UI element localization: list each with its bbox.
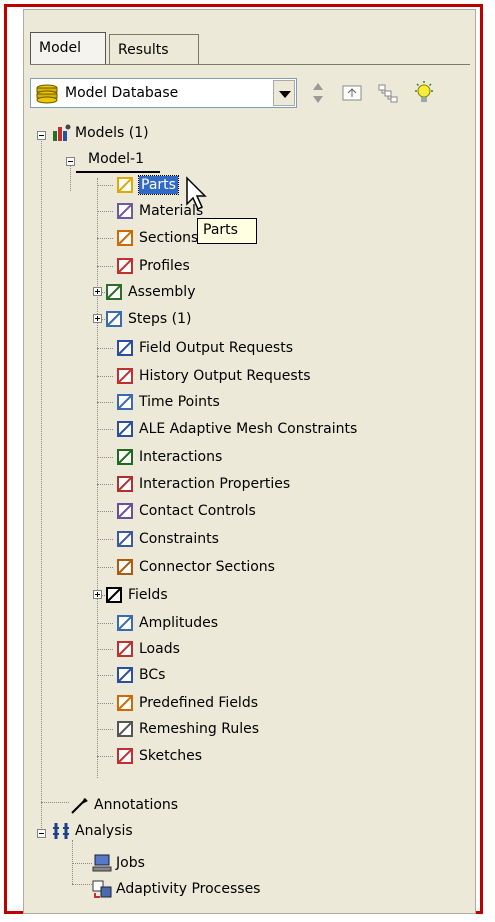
tree-node-label: Contact Controls (139, 503, 256, 519)
part-icon (117, 177, 133, 193)
tree-node-label: Sections (139, 230, 199, 246)
analysis-icon (53, 823, 69, 839)
tree-node-label: Predefined Fields (139, 695, 259, 711)
section-icon (117, 230, 133, 246)
tree-node-label: Steps (1) (128, 311, 192, 327)
tree-node-label: Analysis (75, 823, 133, 839)
steps-expand-toggle[interactable] (93, 314, 102, 323)
profile-icon (117, 258, 133, 274)
tree-node-label: Assembly (128, 284, 196, 300)
interaction-property-icon (117, 476, 133, 492)
models-collapse-toggle[interactable] (37, 131, 46, 140)
model-underline (76, 171, 160, 173)
jobs-icon (92, 854, 112, 872)
model-collapse-toggle[interactable] (66, 157, 75, 166)
sketch-icon (117, 748, 133, 764)
tree-node-label: Remeshing Rules (139, 721, 259, 737)
tree-node-label: Models (1) (75, 125, 149, 141)
tree-node-label: Loads (139, 641, 180, 657)
tree-node-label: Interaction Properties (139, 476, 291, 492)
mouse-pointer-icon (186, 176, 207, 211)
tree-node-label: BCs (139, 667, 166, 683)
tree-node-label: Parts (138, 175, 179, 195)
analysis-collapse-toggle[interactable] (37, 829, 46, 838)
ale-mesh-icon (117, 421, 133, 437)
tree-node-label: Adaptivity Processes (116, 881, 261, 897)
tree-node-label: Annotations (94, 797, 179, 813)
tree-node-label: Profiles (139, 258, 190, 274)
assembly-icon (106, 284, 122, 300)
constraint-icon (117, 531, 133, 547)
tree-node-label: Constraints (139, 531, 219, 547)
adaptivity-icon (92, 880, 112, 898)
history-output-icon (117, 368, 133, 384)
fields-expand-toggle[interactable] (93, 590, 102, 599)
tree-node-label: Interactions (139, 449, 223, 465)
assembly-expand-toggle[interactable] (93, 287, 102, 296)
tree-node-label: ALE Adaptive Mesh Constraints (139, 421, 358, 437)
material-icon (117, 203, 133, 219)
tree-node-label: Sketches (139, 748, 203, 764)
time-points-icon (117, 394, 133, 410)
steps-icon (106, 311, 122, 327)
model-tree: Models (1) Model-1 Parts Materials Section… (0, 0, 495, 922)
fields-icon (106, 587, 122, 603)
interaction-icon (117, 449, 133, 465)
tree-node-label: History Output Requests (139, 368, 311, 384)
parts-tooltip: Parts (197, 218, 257, 244)
field-output-icon (117, 340, 133, 356)
annotations-icon (71, 798, 88, 814)
contact-controls-icon (117, 503, 133, 519)
tree-node-label: Time Points (139, 394, 220, 410)
load-icon (117, 641, 133, 657)
tree-node-label: Fields (128, 587, 168, 603)
tree-node-label: Jobs (116, 855, 145, 871)
tree-node-label: Amplitudes (139, 615, 219, 631)
tree-node-label: Field Output Requests (139, 340, 294, 356)
tree-node-label: Connector Sections (139, 559, 275, 575)
remeshing-icon (117, 721, 133, 737)
models-icon (53, 124, 71, 141)
amplitude-icon (117, 615, 133, 631)
bc-icon (117, 667, 133, 683)
connector-section-icon (117, 559, 133, 575)
tree-node-label: Model-1 (88, 151, 144, 167)
predefined-field-icon (117, 695, 133, 711)
